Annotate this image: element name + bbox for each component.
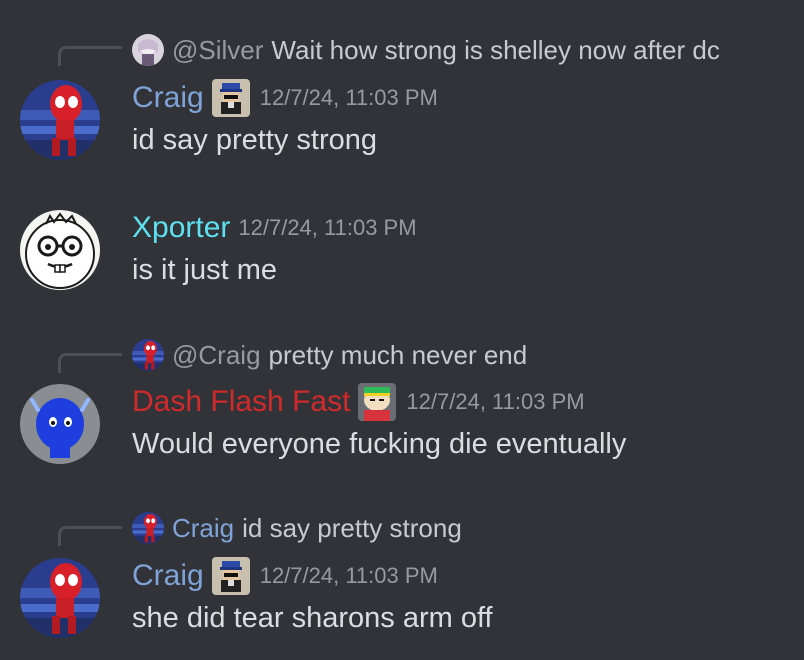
reply-text: Wait how strong is shelley now after dc (271, 34, 720, 65)
timestamp: 12/7/24, 11:03 PM (238, 215, 417, 240)
reply-preview[interactable]: Craig id say pretty strong (132, 511, 462, 545)
reply-connector (58, 46, 122, 66)
reply-mention[interactable]: @Craig (172, 340, 261, 371)
message-header: Craig 12/7/24, 11:03 PM (132, 78, 438, 118)
message-content: she did tear sharons arm off (132, 602, 493, 634)
craig-avatar (132, 512, 164, 544)
username[interactable]: Craig (132, 559, 204, 593)
avatar[interactable] (20, 384, 100, 464)
craig-avatar (132, 339, 164, 371)
message-header: Dash Flash Fast 12/7/24, 11:03 PM (132, 382, 585, 422)
username[interactable]: Dash Flash Fast (132, 385, 350, 419)
username[interactable]: Xporter (132, 211, 230, 245)
reply-connector (58, 353, 122, 373)
message-content: id say pretty strong (132, 124, 377, 156)
pixel-character-icon (212, 79, 250, 117)
timestamp: 12/7/24, 11:03 PM (406, 389, 585, 414)
reply-text: pretty much never end (268, 339, 528, 370)
message-content: Would everyone fucking die eventually (132, 428, 627, 460)
reply-preview[interactable]: @Silver Wait how strong is shelley now a… (132, 33, 720, 67)
timestamp: 12/7/24, 11:03 PM (259, 85, 438, 110)
avatar[interactable] (20, 80, 100, 160)
reply-preview[interactable]: @Craig pretty much never end (132, 338, 527, 372)
avatar[interactable] (20, 210, 100, 290)
avatar[interactable] (20, 558, 100, 638)
username[interactable]: Craig (132, 81, 204, 115)
silver-avatar (132, 34, 164, 66)
timestamp: 12/7/24, 11:03 PM (259, 563, 438, 588)
message-header: Xporter 12/7/24, 11:03 PM (132, 208, 417, 248)
pixel-character-icon (212, 557, 250, 595)
reply-connector (58, 526, 122, 546)
message-content: is it just me (132, 254, 278, 286)
cartoon-character-icon (358, 383, 396, 421)
reply-text: id say pretty strong (242, 512, 462, 543)
message-header: Craig 12/7/24, 11:03 PM (132, 556, 438, 596)
reply-mention[interactable]: @Silver (172, 35, 263, 66)
reply-author[interactable]: Craig (172, 513, 234, 544)
